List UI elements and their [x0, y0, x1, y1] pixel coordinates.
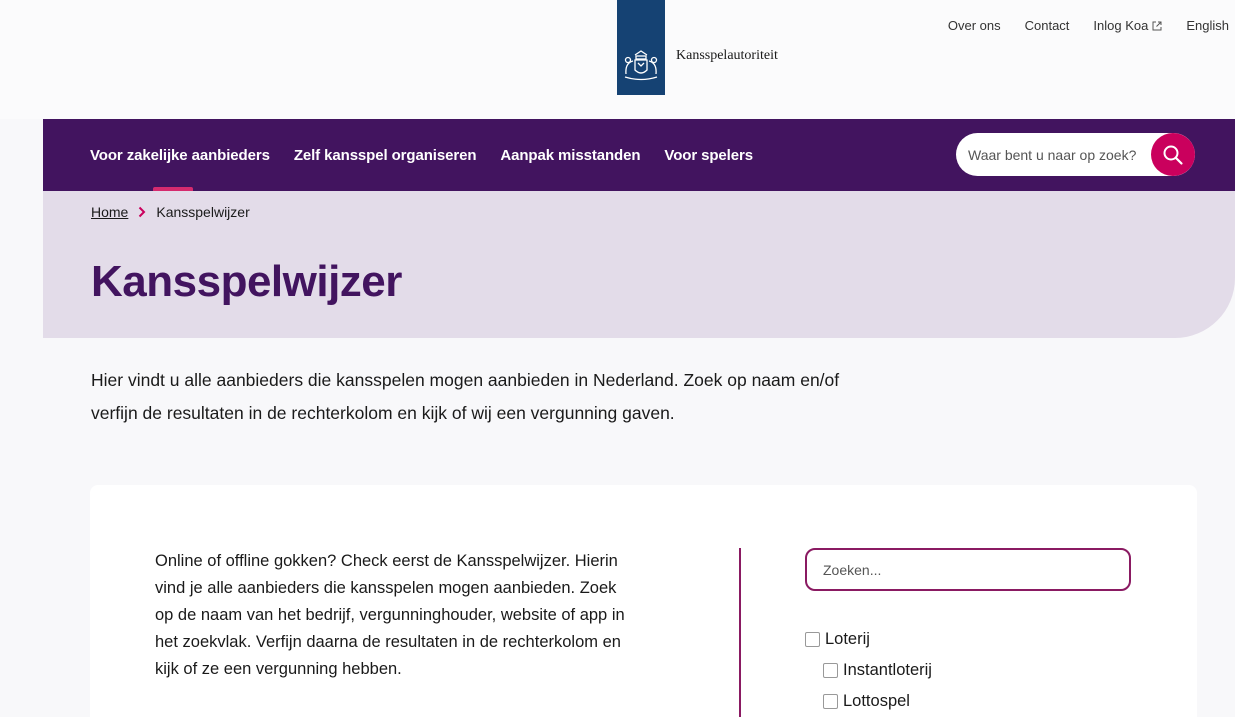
intro-text: Hier vindt u alle aanbieders die kansspe…: [91, 370, 840, 423]
utility-link-english[interactable]: English: [1186, 18, 1229, 33]
site-search: [956, 133, 1195, 176]
filter-instantloterij-checkbox[interactable]: [823, 663, 838, 678]
filter-loterij-checkbox[interactable]: [805, 632, 820, 647]
utility-link-inlog-koa-label: Inlog Koa: [1093, 18, 1149, 33]
filter-instantloterij[interactable]: Instantloterij: [805, 655, 932, 686]
search-icon: [1163, 145, 1183, 165]
site-search-button[interactable]: [1151, 133, 1195, 176]
filter-lottospel[interactable]: Lottospel: [805, 686, 932, 717]
nav-item-aanpak-misstanden[interactable]: Aanpak misstanden: [500, 119, 640, 191]
kansspelwijzer-card: Online of offline gokken? Check eerst de…: [90, 485, 1197, 717]
organisation-name: Kansspelautoriteit: [676, 48, 778, 63]
filter-loterij[interactable]: Loterij: [805, 624, 932, 655]
page-title: Kansspelwijzer: [91, 257, 402, 306]
filter-lottospel-checkbox[interactable]: [823, 694, 838, 709]
breadcrumb-home-link[interactable]: Home: [91, 204, 128, 220]
page-hero: Home Kansspelwijzer Kansspelwijzer: [43, 191, 1235, 338]
column-divider: [739, 548, 741, 717]
top-bar: Kansspelautoriteit Over ons Contact Inlo…: [0, 0, 1235, 119]
external-link-icon: [1152, 21, 1162, 30]
utility-link-inlog-koa[interactable]: Inlog Koa: [1093, 18, 1162, 33]
filter-label: Instantloterij: [843, 661, 932, 679]
nav-item-zelf-kansspel[interactable]: Zelf kansspel organiseren: [294, 119, 477, 191]
coat-of-arms-icon: [624, 50, 658, 81]
utility-link-over-ons[interactable]: Over ons: [948, 18, 1001, 33]
utility-nav: Over ons Contact Inlog Koa English: [948, 18, 1229, 33]
provider-search-input[interactable]: [805, 548, 1131, 591]
utility-link-contact[interactable]: Contact: [1025, 18, 1070, 33]
filter-label: Lottospel: [843, 692, 910, 710]
nav-item-zakelijke-aanbieders[interactable]: Voor zakelijke aanbieders: [90, 119, 270, 191]
nav-item-voor-spelers[interactable]: Voor spelers: [664, 119, 753, 191]
card-description: Online of offline gokken? Check eerst de…: [155, 552, 625, 678]
filter-list: Loterij Instantloterij Lottospel: [805, 624, 932, 717]
rijksoverheid-logo[interactable]: [617, 0, 665, 95]
main-nav: Voor zakelijke aanbieders Zelf kansspel …: [43, 119, 1235, 191]
chevron-right-icon: [139, 206, 146, 218]
breadcrumb: Home Kansspelwijzer: [91, 204, 250, 220]
breadcrumb-current: Kansspelwijzer: [156, 204, 250, 220]
filter-label: Loterij: [825, 630, 870, 648]
